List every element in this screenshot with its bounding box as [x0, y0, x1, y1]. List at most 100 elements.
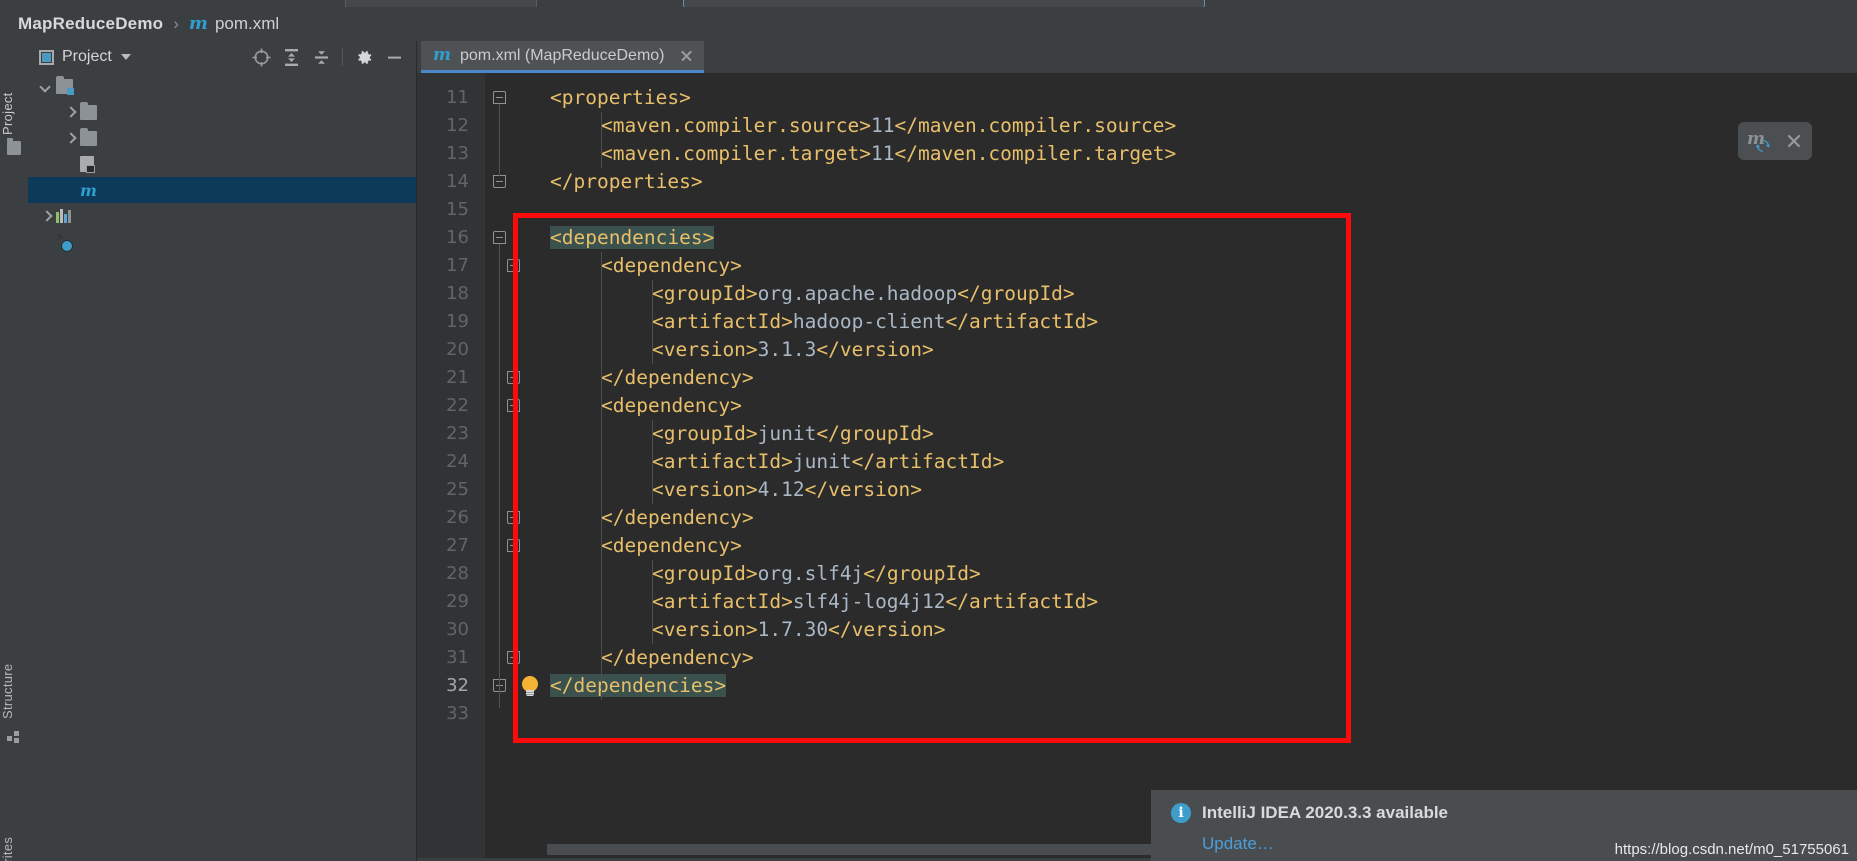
notification-title: IntelliJ IDEA 2020.3.3 available [1202, 803, 1449, 822]
code-line[interactable]: 17 <dependency> [417, 252, 1857, 280]
code-content[interactable]: 11 <properties> 12 <maven.compiler.source>1… [417, 73, 1857, 861]
code-text[interactable]: </dependency> [550, 644, 754, 672]
tab-pom-xml[interactable]: m pom.xml (MapReduceDemo) [421, 41, 704, 73]
hide-icon[interactable] [380, 43, 408, 71]
code-line[interactable]: 14 </properties> [417, 168, 1857, 196]
code-text[interactable]: <version>1.7.30</version> [550, 616, 946, 644]
close-icon[interactable] [1785, 132, 1803, 150]
folder-icon [80, 127, 97, 146]
code-line[interactable]: 32 </dependencies> [417, 672, 1857, 700]
code-line[interactable]: 26 </dependency> [417, 504, 1857, 532]
code-line[interactable]: 27 <dependency> [417, 532, 1857, 560]
collapse-all-icon[interactable] [307, 43, 335, 71]
iml-file-icon [80, 156, 95, 173]
line-number: 14 [446, 171, 469, 192]
select-opened-file-icon[interactable] [247, 43, 275, 71]
code-text[interactable]: <groupId>junit</groupId> [550, 420, 934, 448]
code-line[interactable]: 22 <dependency> [417, 392, 1857, 420]
tree-item-idea[interactable] [28, 99, 416, 125]
breadcrumb: MapReduceDemo › m pom.xml [0, 7, 1857, 41]
settings-gear-icon[interactable] [350, 43, 378, 71]
code-line[interactable]: 16 <dependencies> [417, 224, 1857, 252]
code-text[interactable]: <dependency> [550, 532, 742, 560]
code-line[interactable]: 15 [417, 196, 1857, 224]
notification-update-link[interactable]: Update… [1202, 834, 1274, 854]
project-panel-toolbar [247, 41, 408, 73]
code-text[interactable]: </dependencies> [550, 672, 727, 700]
code-text[interactable]: </properties> [550, 168, 703, 196]
code-line[interactable]: 24 <artifactId>junit</artifactId> [417, 448, 1857, 476]
code-line[interactable]: 13 <maven.compiler.target>11</maven.compi… [417, 140, 1857, 168]
code-text[interactable]: <dependencies> [550, 224, 715, 252]
idea-window: MapReduceDemo › m pom.xml Project Struct… [0, 0, 1857, 861]
line-number: 25 [446, 479, 469, 500]
chevron-down-icon[interactable] [120, 54, 131, 60]
notification-header: i IntelliJ IDEA 2020.3.3 available [1171, 803, 1448, 823]
project-panel-header: Project [28, 41, 416, 73]
code-line[interactable]: 28 <groupId>org.slf4j</groupId> [417, 560, 1857, 588]
chevron-down-icon[interactable] [40, 80, 53, 93]
code-line[interactable]: 12 <maven.compiler.source>11</maven.compi… [417, 112, 1857, 140]
code-line[interactable]: 18 <groupId>org.apache.hadoop</groupId> [417, 280, 1857, 308]
chevron-right-icon[interactable] [64, 106, 77, 119]
code-text[interactable]: <dependency> [550, 252, 742, 280]
tree-item-src[interactable] [28, 125, 416, 151]
breadcrumb-file[interactable]: pom.xml [215, 14, 279, 34]
maven-reload-panel[interactable]: m [1738, 122, 1812, 160]
indent-guide [652, 560, 653, 644]
code-text[interactable]: <dependency> [550, 392, 742, 420]
code-text[interactable]: <version>4.12</version> [550, 476, 922, 504]
code-line[interactable]: 23 <groupId>junit</groupId> [417, 420, 1857, 448]
code-line[interactable]: 25 <version>4.12</version> [417, 476, 1857, 504]
code-line[interactable]: 31 </dependency> [417, 644, 1857, 672]
code-line[interactable]: 30 <version>1.7.30</version> [417, 616, 1857, 644]
code-text[interactable]: </dependency> [550, 504, 754, 532]
notification-balloon: i IntelliJ IDEA 2020.3.3 available Updat… [1151, 790, 1857, 861]
sidebar-tab-favorites[interactable]: Favorites [0, 793, 28, 861]
folder-icon [80, 101, 97, 120]
code-text[interactable]: <groupId>org.apache.hadoop</groupId> [550, 280, 1075, 308]
sidebar-tab-project[interactable]: Project [0, 45, 28, 135]
line-number: 18 [446, 283, 469, 304]
code-line[interactable]: 11 <properties> [417, 84, 1857, 112]
maven-reload-icon[interactable]: m [1747, 129, 1773, 153]
code-text[interactable]: <version>3.1.3</version> [550, 336, 934, 364]
tree-item-scratches-and-consoles[interactable] [28, 229, 416, 255]
chevron-right-icon[interactable] [40, 210, 53, 223]
tab-label: pom.xml (MapReduceDemo) [460, 46, 665, 64]
expand-all-icon[interactable] [277, 43, 305, 71]
indent-guide [601, 252, 602, 700]
chevron-right-icon[interactable] [64, 132, 77, 145]
project-panel-title: Project [62, 48, 112, 65]
project-icon [7, 138, 21, 155]
code-line[interactable]: 33 [417, 700, 1857, 728]
tree-item-mapreducedemo[interactable] [28, 73, 416, 99]
left-tool-strip: Project Structure Favorites [0, 41, 29, 861]
code-text[interactable]: </dependency> [550, 364, 754, 392]
code-text[interactable]: <maven.compiler.source>11</maven.compile… [550, 112, 1176, 140]
indent-guide [652, 420, 653, 504]
code-text[interactable]: <groupId>org.slf4j</groupId> [550, 560, 981, 588]
line-number: 30 [446, 619, 469, 640]
project-panel-title-group[interactable]: Project [28, 48, 131, 66]
tree-item-mapreducedemo-iml[interactable] [28, 151, 416, 177]
code-text[interactable]: <artifactId>junit</artifactId> [550, 448, 1004, 476]
breadcrumb-project[interactable]: MapReduceDemo [18, 14, 163, 34]
fold-connector-line [513, 412, 515, 512]
code-line[interactable]: 21 </dependency> [417, 364, 1857, 392]
code-text[interactable]: <artifactId>slf4j-log4j12</artifactId> [550, 588, 1098, 616]
code-editor[interactable]: 11 <properties> 12 <maven.compiler.source>1… [417, 73, 1857, 861]
line-number: 33 [446, 703, 469, 724]
code-text[interactable]: <maven.compiler.target>11</maven.compile… [550, 140, 1176, 168]
breadcrumb-separator: › [173, 14, 179, 33]
code-line[interactable]: 29 <artifactId>slf4j-log4j12</artifactId> [417, 588, 1857, 616]
code-text[interactable]: <properties> [550, 84, 691, 112]
sidebar-tab-structure[interactable]: Structure [0, 619, 28, 719]
close-icon[interactable] [679, 48, 694, 63]
code-line[interactable]: 19 <artifactId>hadoop-client</artifactId> [417, 308, 1857, 336]
libraries-icon [56, 209, 73, 223]
tree-item-external-libraries[interactable] [28, 203, 416, 229]
code-text[interactable]: <artifactId>hadoop-client</artifactId> [550, 308, 1098, 336]
tree-item-pom-xml[interactable]: m [28, 177, 416, 203]
code-line[interactable]: 20 <version>3.1.3</version> [417, 336, 1857, 364]
